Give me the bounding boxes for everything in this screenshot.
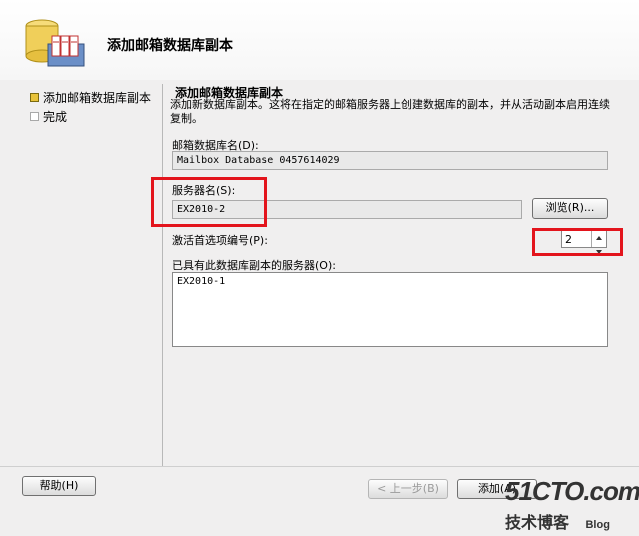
section-description: 添加新数据库副本。这将在指定的邮箱服务器上创建数据库的副本，并从活动副本启用连续…: [170, 98, 610, 125]
footer-divider: [0, 466, 639, 467]
highlight-server-name: [151, 177, 267, 227]
highlight-activation-preference: [532, 228, 623, 256]
activation-preference-label: 激活首选项编号(P):: [172, 234, 268, 247]
database-name-field: Mailbox Database 0457614029: [172, 151, 608, 170]
help-button[interactable]: 帮助(H): [22, 476, 96, 496]
watermark: 51CTO.com 技术博客 Blog: [505, 476, 639, 533]
step-active-icon: [30, 93, 39, 102]
sidebar-step-complete: 完成: [30, 108, 67, 125]
sidebar-step-add-copy: 添加邮箱数据库副本: [30, 89, 151, 106]
browse-button[interactable]: 浏览(R)...: [532, 198, 608, 219]
step-pending-icon: [30, 112, 39, 121]
list-item[interactable]: EX2010-1: [177, 276, 603, 287]
back-button[interactable]: < 上一步(B): [368, 479, 448, 499]
sidebar-step-label: 添加邮箱数据库副本: [43, 91, 152, 105]
existing-servers-label: 已具有此数据库副本的服务器(O):: [172, 259, 336, 272]
wizard-title: 添加邮箱数据库副本: [107, 38, 233, 54]
wizard-header: 添加邮箱数据库副本: [0, 0, 639, 80]
sidebar-step-label: 完成: [43, 110, 68, 124]
watermark-subtitle: 技术博客: [505, 515, 570, 532]
watermark-brand: 51CTO.com: [505, 476, 639, 506]
existing-servers-list[interactable]: EX2010-1: [172, 272, 608, 347]
database-copy-icon: [25, 19, 85, 67]
sidebar-divider: [162, 84, 163, 466]
watermark-blog: Blog: [585, 519, 610, 531]
